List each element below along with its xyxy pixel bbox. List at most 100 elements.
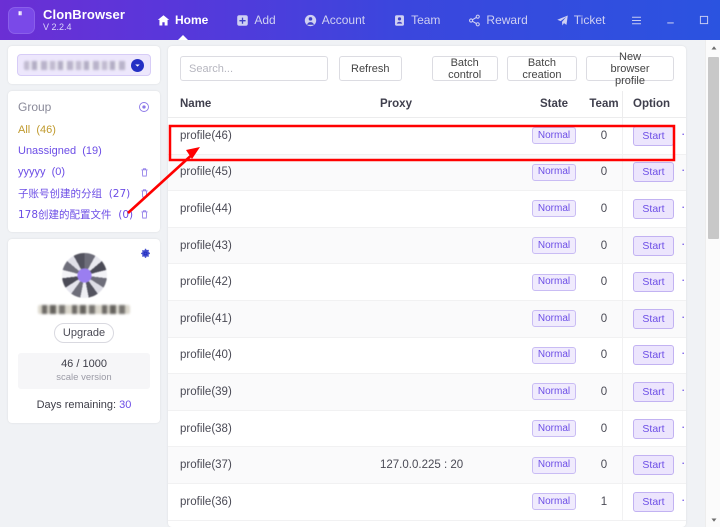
table-row[interactable]: profile(45) Normal 0 Start ··· [168,154,686,192]
nav-item-account[interactable]: Account [290,0,379,40]
start-button[interactable]: Start [633,162,674,183]
cell-option: Start ··· [622,300,686,338]
cell-profile-name: profile(40) [180,349,232,362]
row-more-options-icon[interactable]: ··· [681,383,686,396]
delete-group-icon[interactable] [139,209,150,220]
upgrade-button[interactable]: Upgrade [54,323,114,343]
sidebar-group-subaccount[interactable]: 子账号创建的分组 (27) [18,184,150,202]
table-row[interactable]: profile(46) Normal 0 Start ··· [168,117,686,155]
cell-state: Normal [522,237,586,255]
title-bar: ᳚ ClonBrowser V 2.2.4 Home Add [0,0,720,40]
user-avatar [61,253,107,298]
group-settings-icon[interactable] [138,101,150,113]
status-badge: Normal [531,383,577,401]
status-badge: Normal [531,310,577,328]
plus-square-icon [236,14,249,27]
nav-item-reward[interactable]: Reward [454,0,541,40]
start-button[interactable]: Start [633,308,674,329]
table-row[interactable]: profile(41) Normal 0 Start ··· [168,300,686,338]
start-button[interactable]: Start [633,345,674,366]
table-row[interactable]: profile(44) Normal 0 Start ··· [168,190,686,228]
cell-option: Start ··· [622,373,686,411]
brand: ClonBrowser V 2.2.4 [43,8,125,32]
table-row[interactable]: profile(42) Normal 0 Start ··· [168,263,686,301]
minimize-icon[interactable] [653,0,687,40]
delete-group-icon[interactable] [139,167,150,178]
row-more-options-icon[interactable]: ··· [681,456,686,469]
delete-group-icon[interactable] [139,188,150,199]
batch-control-button[interactable]: Batch control [431,56,498,81]
row-more-options-icon[interactable]: ··· [681,273,686,286]
cell-state: Normal [522,456,586,474]
row-more-options-icon[interactable]: ··· [681,310,686,323]
cell-team-count: 0 [600,459,608,472]
table-row[interactable]: profile(40) Normal 0 Start ··· [168,337,686,375]
maximize-icon[interactable] [687,0,720,40]
row-more-options-icon[interactable]: ··· [681,420,686,433]
nav-item-team[interactable]: Team [379,0,454,40]
clonbrowser-logo-icon: ᳚ [8,6,35,34]
table-row[interactable]: profile(43) Normal 0 Start ··· [168,227,686,265]
user-settings-icon[interactable] [140,248,151,259]
quota-value: 46 / 1000 [61,358,107,370]
start-button[interactable]: Start [633,418,674,439]
sidebar-group-yyyyy[interactable]: yyyyy (0) [18,163,150,181]
row-more-options-icon[interactable]: ··· [681,493,686,506]
table-row[interactable]: profile(37) 127.0.0.225 : 20 Normal 0 Start ·… [168,446,686,484]
cell-state: Normal [522,346,586,364]
cell-profile-name: profile(41) [180,312,232,325]
scroll-up-arrow-icon[interactable] [706,40,720,55]
table-row[interactable]: profile(38) Normal 0 Start ··· [168,410,686,448]
new-browser-profile-button[interactable]: New browser profile [586,51,674,87]
table-row[interactable]: profile(39) Normal 0 Start ··· [168,373,686,411]
cell-state: Normal [522,163,586,181]
cell-profile-name: profile(39) [180,385,232,398]
sidebar-group-178profiles[interactable]: 178创建的配置文件 (0) [18,205,150,223]
cell-option: Start ··· [622,117,686,155]
sidebar-group-unassigned[interactable]: Unassigned (19) [18,142,150,160]
start-button[interactable]: Start [633,198,674,219]
start-button[interactable]: Start [633,491,674,512]
cell-option: Start ··· [622,410,686,447]
scrollbar-thumb[interactable] [708,57,719,239]
start-button[interactable]: Start [633,381,674,402]
row-more-options-icon[interactable]: ··· [681,127,686,140]
main-nav: Home Add Account Team Reward Ticket [143,0,619,40]
sidebar-group-all[interactable]: All (46) [18,121,150,139]
column-header-option: Option [622,90,686,118]
nav-label-add: Add [254,13,276,27]
nav-item-ticket[interactable]: Ticket [542,0,620,40]
window-controls [619,0,720,40]
table-row[interactable]: profile(36) Normal 1 Start ··· [168,483,686,521]
search-input[interactable] [180,56,328,81]
cell-option: Start ··· [622,227,686,264]
nav-item-add[interactable]: Add [222,0,289,40]
row-more-options-icon[interactable]: ··· [681,237,686,250]
page-scrollbar[interactable] [705,40,720,527]
cell-profile-name: profile(45) [180,166,232,179]
start-button[interactable]: Start [633,455,674,476]
brand-name: ClonBrowser [43,6,126,22]
start-button[interactable]: Start [633,125,674,146]
cell-state: Normal [522,310,586,328]
row-more-options-icon[interactable]: ··· [681,200,686,213]
account-selector[interactable] [17,54,151,76]
row-more-options-icon[interactable]: ··· [681,163,686,176]
cell-state: Normal [522,383,586,401]
batch-creation-button[interactable]: Batch creation [506,56,578,81]
column-header-name: Name [180,98,212,110]
start-button[interactable]: Start [633,272,674,293]
group-header: Group [18,100,150,114]
start-button[interactable]: Start [633,235,674,256]
scroll-down-arrow-icon[interactable] [706,512,720,527]
chevron-down-circle-icon [131,58,144,72]
nav-item-home[interactable]: Home [143,0,222,40]
table-header: Name Proxy State Team Option [168,90,686,118]
cell-state: Normal [522,420,586,438]
refresh-button[interactable]: Refresh [339,56,402,81]
row-more-options-icon[interactable]: ··· [681,346,686,359]
paper-plane-icon [556,14,569,27]
status-badge: Normal [531,456,577,474]
hamburger-icon[interactable] [619,0,653,40]
cell-profile-name: profile(43) [180,239,232,252]
